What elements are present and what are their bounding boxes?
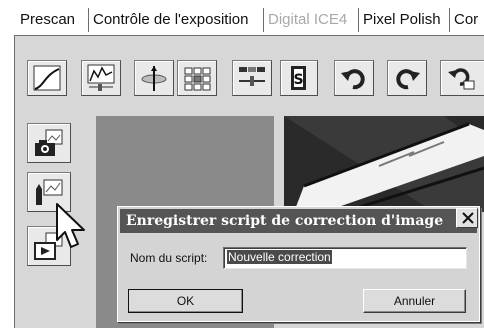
- variations-button[interactable]: [177, 60, 217, 96]
- tab-divider: [449, 8, 450, 32]
- tab-prescan[interactable]: Prescan: [20, 6, 86, 34]
- tab-divider: [263, 8, 264, 32]
- tab-exposure-control[interactable]: Contrôle de l'exposition: [93, 6, 261, 34]
- levels-button[interactable]: [81, 60, 121, 96]
- prescan-preview-image: [284, 116, 484, 212]
- ok-button[interactable]: OK: [128, 289, 243, 313]
- snapshot-button[interactable]: [27, 123, 71, 163]
- hue-button[interactable]: [134, 60, 174, 96]
- save-script-icon: S: [291, 66, 306, 90]
- reset-button[interactable]: [440, 60, 484, 96]
- tab-divider: [88, 8, 89, 32]
- redo-button[interactable]: [387, 60, 427, 96]
- save-script-button[interactable]: S: [280, 60, 318, 96]
- tab-divider: [358, 8, 359, 32]
- reset-icon: [448, 68, 475, 90]
- levels-histogram-icon: [87, 64, 115, 91]
- close-icon: [462, 212, 474, 224]
- dialog-close-button[interactable]: [456, 208, 478, 228]
- color-balance-button[interactable]: [232, 60, 272, 96]
- camera-snapshot-icon: [35, 129, 63, 156]
- scanner-window: Prescan Contrôle de l'exposition Digital…: [0, 0, 484, 328]
- tab-strip: Prescan Contrôle de l'exposition Digital…: [14, 0, 484, 36]
- redo-icon: [396, 69, 420, 90]
- save-script-dialog: Enregistrer script de correction d'image…: [117, 206, 480, 322]
- tab-digital-ice4: Digital ICE4: [268, 11, 348, 28]
- undo-icon: [341, 69, 365, 90]
- tab-pixel-polish[interactable]: Pixel Polish: [363, 6, 447, 34]
- hue-wheel-icon: [141, 66, 167, 91]
- script-name-input[interactable]: Nouvelle correction: [223, 247, 467, 269]
- cancel-button[interactable]: Annuler: [363, 289, 466, 313]
- grid-variations-icon: [184, 67, 211, 91]
- mouse-cursor-icon: [54, 202, 90, 255]
- tone-curve-button[interactable]: [27, 60, 67, 96]
- color-balance-slider-icon: [239, 67, 265, 86]
- tab-color[interactable]: Cor: [454, 6, 484, 34]
- script-name-label: Nom du script:: [130, 251, 208, 265]
- dialog-title: Enregistrer script de correction d'image: [120, 209, 477, 233]
- tone-curve-icon: [33, 65, 61, 91]
- svg-text:S: S: [293, 72, 303, 88]
- undo-button[interactable]: [334, 60, 374, 96]
- preview-photo: [284, 116, 484, 212]
- script-name-value: Nouvelle correction: [227, 250, 332, 264]
